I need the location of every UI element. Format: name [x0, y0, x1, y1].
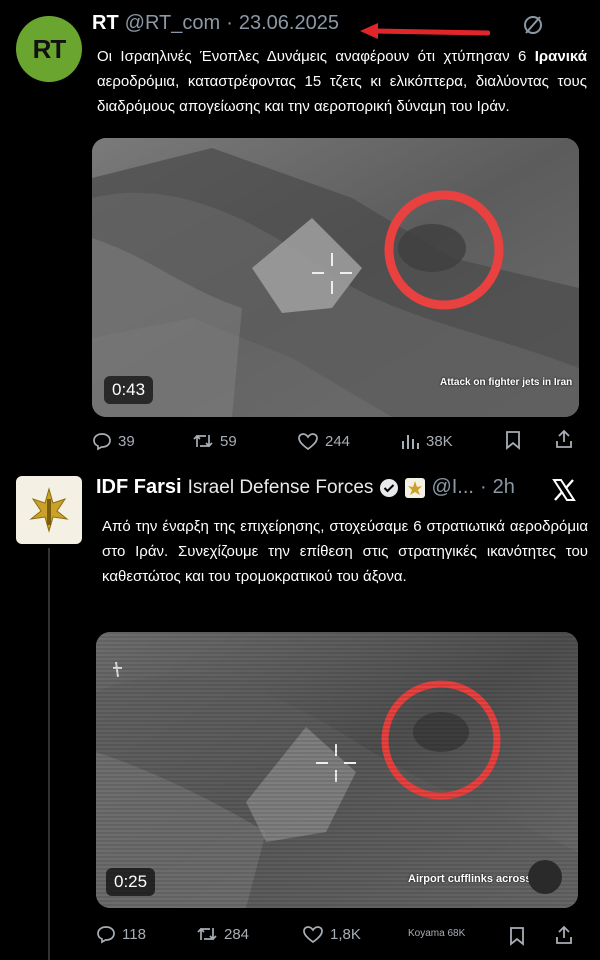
- post-time[interactable]: 2h: [493, 476, 515, 499]
- video-duration: 0:25: [106, 868, 156, 896]
- rt-avatar-text: RT: [32, 33, 66, 65]
- post-date[interactable]: 23.06.2025: [239, 12, 339, 35]
- views-button[interactable]: 38K: [400, 431, 453, 451]
- reply-button[interactable]: 39: [92, 431, 135, 451]
- like-count: 244: [325, 432, 351, 450]
- rt-header: RT @RT_com · 23.06.2025: [92, 12, 339, 35]
- bookmark-icon[interactable]: [508, 926, 526, 946]
- repost-button[interactable]: 59: [192, 431, 237, 451]
- red-arrow-annotation: [360, 23, 490, 39]
- idf-header: IDF Farsi Israel Defense Forces @I... · …: [96, 476, 515, 499]
- header-separator: ·: [226, 12, 233, 34]
- repost-count: 59: [220, 432, 237, 450]
- post-text: Από την έναρξη της επιχείρησης, στοχεύσα…: [102, 518, 588, 585]
- post-text-part1: Οι Ισραηλινές Ένοπλες Δυνάμεις αναφέρουν…: [97, 48, 535, 65]
- video-avatar-overlay: [528, 860, 562, 894]
- author-name[interactable]: IDF Farsi: [96, 476, 182, 499]
- grok-slash-icon[interactable]: [522, 14, 544, 36]
- rt-avatar[interactable]: RT: [16, 16, 82, 82]
- header-separator: ·: [479, 476, 487, 498]
- idf-avatar[interactable]: [16, 476, 82, 544]
- author-affiliation[interactable]: Israel Defense Forces: [188, 477, 374, 499]
- repost-count: 284: [224, 925, 250, 943]
- post-text-part2: αεροδρόμια, καταστρέφοντας 15 τζετς κι ε…: [97, 73, 587, 115]
- rt-post: RT RT @RT_com · 23.06.2025 Οι Ισραηλινές…: [0, 0, 600, 462]
- video-player[interactable]: 0:25 Airport cufflinks across Iran: [96, 632, 578, 908]
- like-icon: [298, 433, 318, 451]
- post-text: Οι Ισραηλινές Ένοπλες Δυνάμεις αναφέρουν…: [97, 44, 587, 119]
- video-frame: [92, 138, 579, 417]
- video-caption: Attack on fighter jets in Iran: [440, 377, 573, 388]
- like-button[interactable]: 244: [297, 431, 350, 451]
- share-icon[interactable]: [554, 429, 574, 449]
- repost-button[interactable]: 284: [196, 924, 249, 944]
- reply-icon: [97, 926, 115, 944]
- views-count: 38K: [426, 432, 453, 450]
- author-handle[interactable]: @RT_com: [125, 12, 221, 35]
- post-text-bold: Ιρανικά: [534, 48, 587, 65]
- author-handle[interactable]: @I...: [431, 476, 474, 499]
- video-player[interactable]: 0:43 Attack on fighter jets in Iran: [92, 138, 579, 417]
- like-icon: [303, 926, 323, 944]
- verified-badge-icon: [380, 478, 399, 497]
- bookmark-icon[interactable]: [504, 430, 522, 450]
- action-bar: 118 284 1,8K Koyama 68K: [96, 924, 582, 950]
- repost-icon: [197, 927, 217, 941]
- like-button[interactable]: 1,8K: [302, 924, 361, 944]
- idf-post: IDF Farsi Israel Defense Forces @I... · …: [0, 462, 600, 960]
- x-logo-icon: [552, 479, 576, 501]
- views-icon: [402, 435, 419, 449]
- idf-small-badge-icon: [405, 477, 426, 498]
- repost-icon: [193, 434, 213, 448]
- reply-icon: [93, 433, 111, 451]
- watermark-text: Koyama 68K: [408, 928, 466, 939]
- author-name[interactable]: RT: [92, 12, 119, 35]
- like-count: 1,8K: [330, 925, 361, 943]
- reply-count: 118: [122, 925, 146, 943]
- idf-emblem-icon: [29, 487, 69, 533]
- action-bar: 39 59 244 38K: [92, 428, 582, 454]
- video-frame: [96, 632, 578, 908]
- thread-line: [48, 548, 50, 960]
- share-icon[interactable]: [554, 925, 574, 945]
- reply-button[interactable]: 118: [96, 924, 146, 944]
- reply-count: 39: [118, 432, 135, 450]
- video-duration: 0:43: [104, 376, 154, 404]
